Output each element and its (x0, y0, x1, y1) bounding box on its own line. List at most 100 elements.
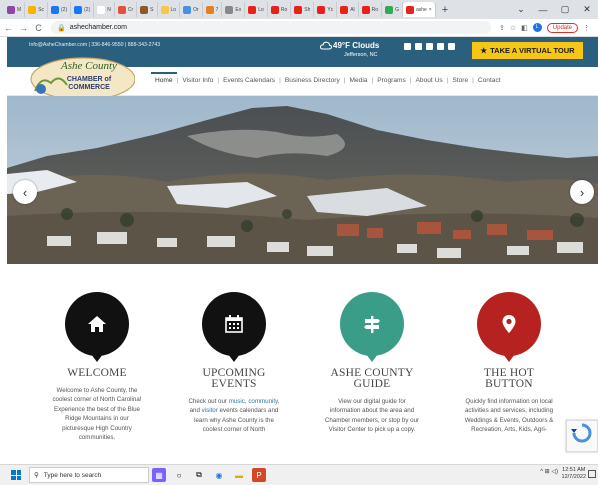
task-view-icon[interactable]: ⧉ (192, 468, 206, 482)
taskbar-search-box[interactable]: ⚲ Type here to search (29, 467, 149, 483)
menu-kebab-icon[interactable]: ⋮ (583, 24, 590, 32)
browser-tab[interactable]: Sh (291, 2, 315, 17)
card-title-line: BUTTON (485, 378, 533, 390)
music-link[interactable]: music (229, 398, 245, 405)
share-icon[interactable]: ⇪ (499, 24, 505, 32)
tab-label: Yc (327, 6, 334, 13)
slider-prev-button[interactable]: ‹ (13, 180, 37, 204)
community-link[interactable]: community (248, 398, 277, 405)
file-explorer-icon[interactable]: ▬ (232, 468, 246, 482)
browser-tab[interactable]: Yc (314, 2, 338, 17)
tab-favicon (317, 5, 326, 14)
logo-line-1: Ashe County (60, 60, 117, 72)
forward-button[interactable]: → (17, 23, 30, 33)
powerpoint-icon[interactable]: P (252, 468, 266, 482)
browser-tab[interactable]: Lo (245, 2, 268, 17)
system-tray[interactable]: ^ ⊞ ◁) (540, 468, 558, 475)
facebook-icon[interactable] (404, 43, 411, 50)
browser-tab[interactable]: Or (180, 2, 203, 17)
minimize-button[interactable]: — (532, 5, 554, 15)
close-window-button[interactable]: ✕ (576, 4, 598, 15)
taskbar-clock[interactable]: 12:51 AM 12/7/2022 (562, 467, 586, 481)
update-button[interactable]: Update (546, 22, 579, 33)
browser-tab[interactable]: Ro (359, 2, 383, 17)
browser-tab[interactable]: (2) (71, 2, 95, 17)
slider-next-button[interactable]: › (570, 180, 594, 204)
browser-tab[interactable]: Cr (115, 2, 138, 17)
hot-button-circle[interactable] (477, 292, 541, 362)
pinterest-icon[interactable] (437, 43, 444, 50)
search-placeholder: Type here to search (43, 471, 102, 479)
menu-item-contact[interactable]: Contact (474, 77, 505, 84)
tab-search-icon[interactable]: ⌄ (510, 4, 532, 15)
events-circle[interactable] (202, 292, 266, 362)
card-ashe-county-guide[interactable]: ASHE COUNTY GUIDE View our digital guide… (324, 292, 420, 435)
virtual-tour-button[interactable]: ★ TAKE A VIRTUAL TOUR (472, 42, 583, 59)
browser-tab-strip: M Sc (2) (2) N Cr S Lo Or 7 Ex Lo Ro Sh Yc Al Ro G ashe ×… (0, 0, 598, 19)
recaptcha-badge[interactable] (566, 420, 598, 452)
browser-tab[interactable]: Lo (158, 2, 181, 17)
signpost-icon (364, 316, 380, 333)
guide-circle[interactable] (340, 292, 404, 362)
cloud-icon (320, 41, 332, 50)
contact-info[interactable]: Info@AsheChamber.com | 336-846-9550 | 88… (29, 42, 160, 48)
tab-favicon (7, 5, 15, 14)
menu-item-home[interactable]: Home (151, 72, 177, 84)
browser-tab[interactable]: Al (337, 2, 359, 17)
url-field[interactable]: 🔒 ashechamber.com (51, 21, 491, 34)
tab-label: M (17, 6, 22, 13)
windows-start-icon[interactable] (11, 470, 21, 480)
tab-label: ashe (415, 6, 427, 13)
clock-time: 12:51 AM (562, 467, 586, 473)
lock-icon: 🔒 (57, 24, 66, 32)
menu-item-programs[interactable]: Programs (373, 77, 410, 84)
browser-tab[interactable]: G (382, 2, 403, 17)
sidebar-icon[interactable]: ◧ (521, 24, 528, 32)
new-tab-button[interactable]: + (436, 4, 454, 16)
menu-item-events-calendars[interactable]: Events Calendars (219, 77, 279, 84)
browser-tab[interactable]: Ro (268, 2, 292, 17)
maximize-button[interactable]: ▢ (554, 4, 576, 15)
card-title: ASHE COUNTY GUIDE (324, 367, 420, 390)
cortana-icon[interactable]: ○ (172, 468, 186, 482)
menu-item-media[interactable]: Media (346, 77, 372, 84)
browser-tab[interactable]: M (4, 2, 26, 17)
browser-tab[interactable]: N (94, 2, 115, 17)
menu-item-visitor-info[interactable]: Visitor Info (178, 77, 217, 84)
tripadvisor-icon[interactable] (426, 43, 433, 50)
welcome-circle[interactable] (65, 292, 129, 362)
tab-label: G (395, 6, 399, 13)
tab-label: Lo (170, 6, 177, 13)
profile-avatar[interactable]: L (532, 23, 542, 32)
browser-tab[interactable]: S (137, 2, 158, 17)
tab-favicon (74, 5, 83, 14)
close-tab-icon[interactable]: × (429, 7, 432, 13)
browser-tab[interactable]: Ex (222, 2, 246, 17)
menu-item-about-us[interactable]: About Us (412, 77, 447, 84)
tab-label: Al (350, 6, 355, 13)
browser-tab[interactable]: (2) (48, 2, 72, 17)
card-welcome[interactable]: WELCOME Welcome to Ashe County, the cool… (49, 292, 145, 442)
reload-button[interactable]: C (32, 23, 45, 33)
card-title: WELCOME (49, 367, 145, 379)
back-button[interactable]: ← (2, 23, 15, 33)
instagram-icon[interactable] (448, 43, 455, 50)
screen: M Sc (2) (2) N Cr S Lo Or 7 Ex Lo Ro Sh Yc Al Ro G ashe ×… (0, 0, 598, 485)
youtube-icon[interactable] (415, 43, 422, 50)
browser-tab-active[interactable]: ashe × (402, 2, 436, 17)
menu-item-store[interactable]: Store (448, 77, 472, 84)
card-the-hot-button[interactable]: THE HOT BUTTON Quickly find information … (461, 292, 557, 435)
browser-actions: ⇪ ☆ ◧ L Update ⋮ (499, 22, 590, 33)
menu-item-business-directory[interactable]: Business Directory (281, 77, 344, 84)
notification-icon[interactable] (588, 470, 596, 478)
visitor-link[interactable]: visitor (202, 407, 218, 414)
widgets-icon[interactable]: ▦ (152, 468, 166, 482)
tab-favicon (140, 5, 149, 14)
bookmark-star-icon[interactable]: ☆ (510, 24, 516, 32)
ashe-county-chamber-logo[interactable]: Ashe County CHAMBER of COMMERCE (27, 55, 135, 101)
chrome-icon[interactable]: ◉ (212, 468, 226, 482)
tab-favicon (340, 5, 349, 14)
card-upcoming-events[interactable]: UPCOMING EVENTS Check out our music, com… (186, 292, 282, 435)
browser-tab[interactable]: Sc (25, 2, 49, 17)
browser-tab[interactable]: 7 (203, 2, 223, 17)
